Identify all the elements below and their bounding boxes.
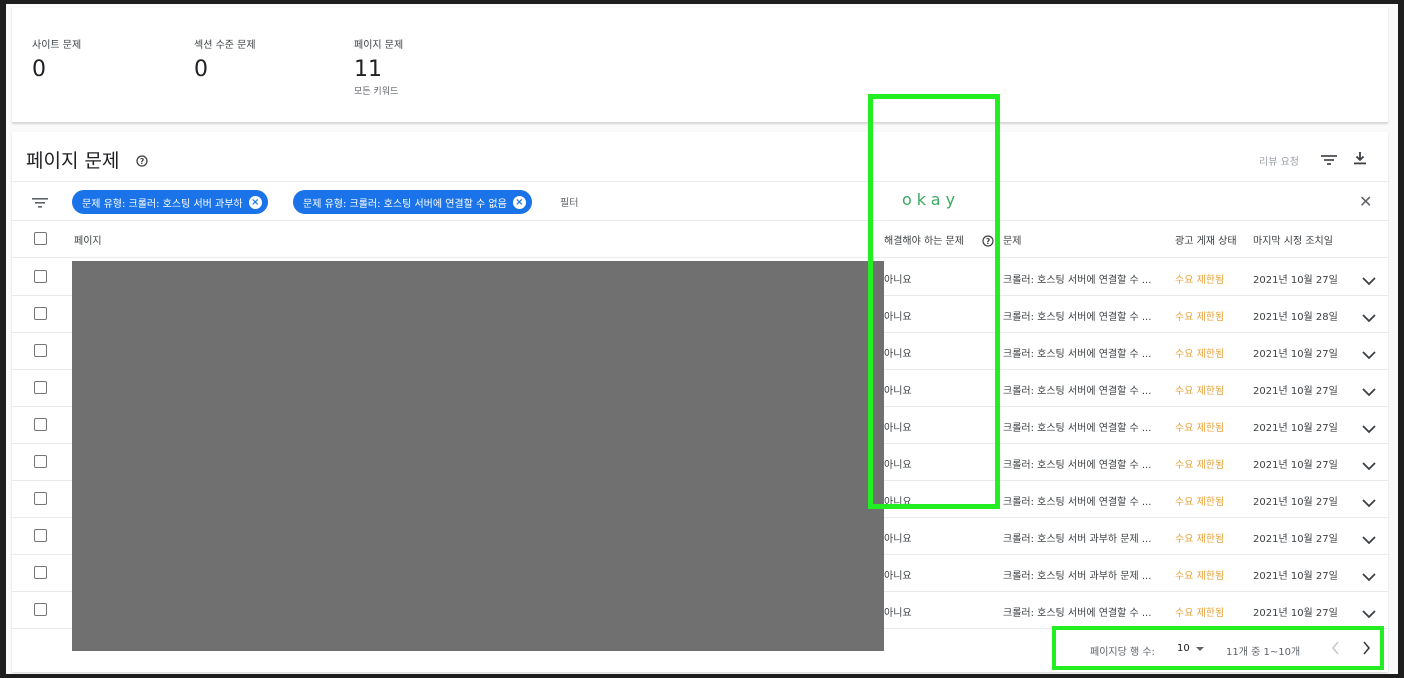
cell-ad-status: 수요 제한됨 bbox=[1175, 349, 1225, 360]
row-checkbox[interactable] bbox=[34, 270, 47, 283]
dropdown-caret-icon[interactable] bbox=[1196, 647, 1204, 651]
cell-ad-status: 수요 제한됨 bbox=[1175, 312, 1225, 323]
cell-must-resolve: 아니요 bbox=[884, 571, 912, 582]
chevron-left-icon[interactable] bbox=[1331, 640, 1341, 659]
row-checkbox[interactable] bbox=[34, 455, 47, 468]
cell-last-action-date: 2021년 10월 27일 bbox=[1253, 497, 1338, 508]
cell-issue: 크롤러: 호스팅 서버 과부하 문제 ... bbox=[1003, 571, 1152, 582]
page-range: 11개 중 1~10개 bbox=[1226, 647, 1301, 658]
chevron-down-icon[interactable] bbox=[1362, 271, 1376, 290]
cell-ad-status: 수요 제한됨 bbox=[1175, 571, 1225, 582]
row-checkbox[interactable] bbox=[34, 492, 47, 505]
filter-chip-unreachable[interactable]: 문제 유형: 크롤러: 호스팅 서버에 연결할 수 없음 × bbox=[293, 190, 532, 214]
cell-ad-status: 수요 제한됨 bbox=[1175, 423, 1225, 434]
cell-issue: 크롤러: 호스팅 서버에 연결할 수 ... bbox=[1003, 312, 1152, 323]
row-checkbox[interactable] bbox=[34, 381, 47, 394]
download-icon[interactable] bbox=[1353, 150, 1367, 169]
row-checkbox[interactable] bbox=[34, 344, 47, 357]
cell-issue: 크롤러: 호스팅 서버에 연결할 수 ... bbox=[1003, 386, 1152, 397]
cell-issue: 크롤러: 호스팅 서버에 연결할 수 ... bbox=[1003, 460, 1152, 471]
table-header: 페이지 해결해야 하는 문제 ? 문제 광고 게재 상태 마지막 시정 조치일 bbox=[12, 220, 1388, 258]
section-issues-label: 섹션 수준 문제 bbox=[194, 40, 256, 51]
filter-input[interactable]: 필터 bbox=[560, 194, 578, 209]
chevron-down-icon[interactable] bbox=[1362, 456, 1376, 475]
section-issues-value: 0 bbox=[194, 57, 208, 82]
cell-last-action-date: 2021년 10월 27일 bbox=[1253, 460, 1338, 471]
cell-issue: 크롤러: 호스팅 서버에 연결할 수 ... bbox=[1003, 423, 1152, 434]
chevron-down-icon[interactable] bbox=[1362, 308, 1376, 327]
chevron-down-icon[interactable] bbox=[1362, 567, 1376, 586]
header-issue[interactable]: 문제 bbox=[1003, 232, 1021, 247]
rows-per-page-label: 페이지당 행 수: bbox=[1090, 647, 1155, 658]
row-checkbox[interactable] bbox=[34, 307, 47, 320]
page-issues-value: 11 bbox=[354, 57, 382, 82]
header-ad-status[interactable]: 광고 게재 상태 bbox=[1175, 232, 1237, 247]
cell-last-action-date: 2021년 10월 27일 bbox=[1253, 571, 1338, 582]
cell-last-action-date: 2021년 10월 27일 bbox=[1253, 534, 1338, 545]
site-issues-label: 사이트 문제 bbox=[32, 40, 82, 51]
svg-text:?: ? bbox=[140, 157, 144, 166]
chevron-down-icon[interactable] bbox=[1362, 345, 1376, 364]
cell-issue: 크롤러: 호스팅 서버에 연결할 수 ... bbox=[1003, 608, 1152, 619]
filter-lines-icon[interactable] bbox=[32, 194, 48, 213]
cell-issue: 크롤러: 호스팅 서버에 연결할 수 ... bbox=[1003, 275, 1152, 286]
rows-per-page-select[interactable]: 10 bbox=[1177, 643, 1190, 654]
page-issues-card: 페이지 문제 ? 리뷰 요청 문제 유형: 크롤러: 호스팅 서버 과부하 × … bbox=[12, 132, 1388, 672]
filter-chip-label: 문제 유형: 크롤러: 호스팅 서버에 연결할 수 없음 bbox=[303, 198, 507, 210]
highlight-box-resolve-column bbox=[868, 94, 1000, 509]
chevron-down-icon[interactable] bbox=[1362, 493, 1376, 512]
filter-chip-label: 문제 유형: 크롤러: 호스팅 서버 과부하 bbox=[82, 198, 243, 210]
cell-ad-status: 수요 제한됨 bbox=[1175, 608, 1225, 619]
cell-ad-status: 수요 제한됨 bbox=[1175, 497, 1225, 508]
review-request-button[interactable]: 리뷰 요청 bbox=[1259, 153, 1299, 168]
site-issues-stat: 사이트 문제 0 bbox=[32, 36, 81, 82]
redacted-page-urls bbox=[72, 261, 884, 651]
help-icon[interactable]: ? bbox=[136, 152, 148, 171]
header-page[interactable]: 페이지 bbox=[74, 232, 102, 247]
cell-ad-status: 수요 제한됨 bbox=[1175, 534, 1225, 545]
page-issues-stat[interactable]: 페이지 문제 11 모든 키워드 bbox=[354, 36, 403, 97]
header-last-action[interactable]: 마지막 시정 조치일 bbox=[1253, 232, 1333, 247]
chevron-right-icon[interactable] bbox=[1361, 640, 1371, 659]
row-checkbox[interactable] bbox=[34, 529, 47, 542]
row-checkbox[interactable] bbox=[34, 566, 47, 579]
cell-must-resolve: 아니요 bbox=[884, 608, 912, 619]
cell-last-action-date: 2021년 10월 27일 bbox=[1253, 349, 1338, 360]
cell-ad-status: 수요 제한됨 bbox=[1175, 386, 1225, 397]
cell-last-action-date: 2021년 10월 28일 bbox=[1253, 312, 1338, 323]
chevron-down-icon[interactable] bbox=[1362, 419, 1376, 438]
pagination: 페이지당 행 수: 10 11개 중 1~10개 bbox=[1052, 626, 1384, 670]
cell-issue: 크롤러: 호스팅 서버에 연결할 수 ... bbox=[1003, 349, 1152, 360]
cell-issue: 크롤러: 호스팅 서버에 연결할 수 ... bbox=[1003, 497, 1152, 508]
close-icon[interactable]: ✕ bbox=[1359, 192, 1372, 211]
row-checkbox[interactable] bbox=[34, 603, 47, 616]
cell-last-action-date: 2021년 10월 27일 bbox=[1253, 386, 1338, 397]
chip-remove-icon[interactable]: × bbox=[248, 195, 262, 209]
cell-last-action-date: 2021년 10월 27일 bbox=[1253, 275, 1338, 286]
row-checkbox[interactable] bbox=[34, 418, 47, 431]
app-frame: 사이트 문제 0 섹션 수준 문제 0 페이지 문제 11 모든 키워드 페이지… bbox=[6, 4, 1398, 674]
chevron-down-icon[interactable] bbox=[1362, 530, 1376, 549]
cell-must-resolve: 아니요 bbox=[884, 534, 912, 545]
cell-ad-status: 수요 제한됨 bbox=[1175, 275, 1225, 286]
section-issues-stat: 섹션 수준 문제 0 bbox=[194, 36, 256, 82]
select-all-checkbox[interactable] bbox=[34, 232, 47, 245]
summary-card: 사이트 문제 0 섹션 수준 문제 0 페이지 문제 11 모든 키워드 bbox=[12, 8, 1388, 123]
page-issues-sub: 모든 키워드 bbox=[354, 87, 399, 97]
card-title: 페이지 문제 bbox=[26, 150, 120, 172]
chevron-down-icon[interactable] bbox=[1362, 604, 1376, 623]
cell-issue: 크롤러: 호스팅 서버 과부하 문제 ... bbox=[1003, 534, 1152, 545]
cell-last-action-date: 2021년 10월 27일 bbox=[1253, 608, 1338, 619]
filter-icon[interactable] bbox=[1321, 151, 1337, 170]
cell-ad-status: 수요 제한됨 bbox=[1175, 460, 1225, 471]
site-issues-value: 0 bbox=[32, 57, 46, 82]
cell-last-action-date: 2021년 10월 27일 bbox=[1253, 423, 1338, 434]
filter-chip-overload[interactable]: 문제 유형: 크롤러: 호스팅 서버 과부하 × bbox=[72, 190, 268, 214]
chip-remove-icon[interactable]: × bbox=[512, 195, 526, 209]
filter-bar: 문제 유형: 크롤러: 호스팅 서버 과부하 × 문제 유형: 크롤러: 호스팅… bbox=[12, 181, 1388, 221]
page-issues-label: 페이지 문제 bbox=[354, 40, 404, 51]
chevron-down-icon[interactable] bbox=[1362, 382, 1376, 401]
